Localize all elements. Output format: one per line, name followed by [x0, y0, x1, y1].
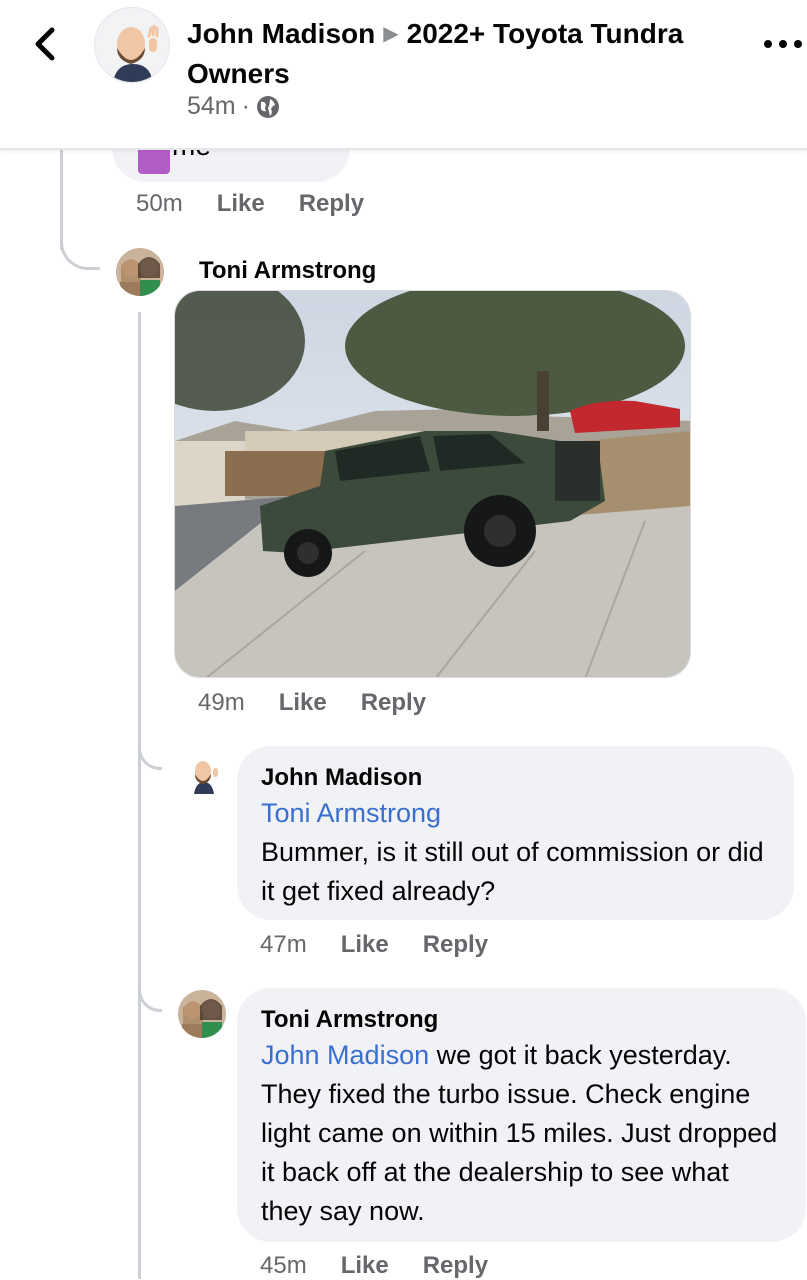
reply-body: John Madison we got it back yesterday. T… [261, 1036, 786, 1231]
memoji-avatar [95, 8, 169, 82]
mention-link[interactable]: Toni Armstrong [261, 794, 774, 833]
commenter-name[interactable]: Toni Armstrong [199, 257, 376, 285]
reply-button[interactable]: Reply [361, 689, 426, 717]
thread-line-replies [138, 312, 141, 1279]
comment-photo[interactable] [174, 290, 691, 678]
thread-curve-reply-1 [138, 730, 162, 770]
reply-actions: 47m Like Reply [260, 931, 522, 959]
reply-author[interactable]: Toni Armstrong [261, 1004, 786, 1036]
comment-actions: 49m Like Reply [198, 689, 460, 717]
more-options-button[interactable] [764, 34, 802, 54]
like-button[interactable]: Like [341, 1252, 389, 1280]
commenter-avatar[interactable] [116, 248, 164, 296]
dot [794, 40, 802, 48]
reply-button[interactable]: Reply [423, 931, 488, 959]
like-button[interactable]: Like [217, 190, 265, 218]
reply-avatar[interactable] [178, 990, 226, 1038]
profile-photo [178, 990, 226, 1038]
arrow-right-icon: ▶ [383, 23, 399, 45]
post-header: John Madison ▶ 2022+ Toyota Tundra Owners … [0, 0, 807, 150]
comment-time[interactable]: 49m [198, 689, 245, 717]
reply-actions: 45m Like Reply [260, 1252, 522, 1280]
back-button[interactable] [28, 24, 64, 64]
reply-bubble: John Madison Toni Armstrong Bummer, is i… [237, 746, 794, 920]
post-title: John Madison ▶ 2022+ Toyota Tundra Owners [187, 14, 747, 93]
reply-author[interactable]: John Madison [261, 762, 774, 794]
like-button[interactable]: Like [279, 689, 327, 717]
dot [779, 40, 787, 48]
author-avatar[interactable] [94, 7, 170, 83]
separator-dot: · [241, 92, 250, 120]
chevron-left-icon [35, 27, 55, 61]
profile-photo [116, 248, 164, 296]
comment-time[interactable]: 50m [136, 190, 183, 218]
memoji-avatar [194, 761, 218, 794]
reply-bubble: Toni Armstrong John Madison we got it ba… [237, 988, 806, 1242]
comment-actions: 50m Like Reply [136, 190, 398, 218]
reply-avatar[interactable] [186, 754, 224, 794]
thread-curve-reply-2 [138, 972, 162, 1012]
reply-button[interactable]: Reply [423, 1252, 488, 1280]
mention-link[interactable]: John Madison [261, 1040, 429, 1070]
thread-curve-main [60, 228, 100, 270]
reply-button[interactable]: Reply [299, 190, 364, 218]
reply-time[interactable]: 47m [260, 931, 307, 959]
reply-text: Bummer, is it still out of commission or… [261, 837, 764, 906]
author-name[interactable]: John Madison [187, 18, 375, 49]
more-dots-icon [764, 40, 772, 48]
reply-time[interactable]: 45m [260, 1252, 307, 1280]
like-button[interactable]: Like [341, 931, 389, 959]
post-meta: 54m · [187, 92, 280, 121]
post-time[interactable]: 54m [187, 92, 236, 121]
globe-icon [256, 95, 279, 118]
truck-photo [175, 291, 690, 677]
